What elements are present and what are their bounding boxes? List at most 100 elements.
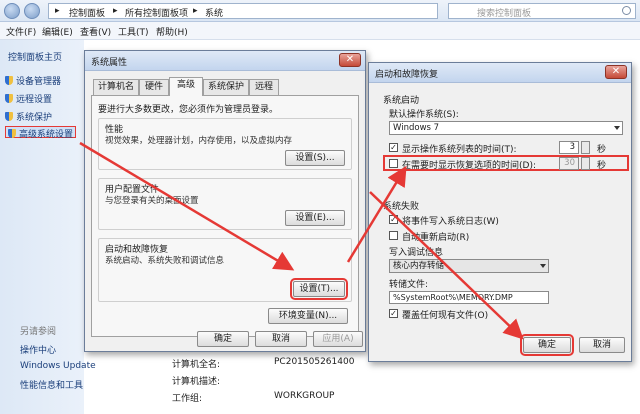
search-box[interactable]: 搜索控制面板 bbox=[448, 3, 636, 19]
system-failure-heading: 系统失败 bbox=[383, 202, 420, 212]
back-icon[interactable] bbox=[4, 3, 20, 19]
tab-computer-name[interactable]: 计算机名 bbox=[93, 79, 139, 95]
default-os-value: Windows 7 bbox=[393, 123, 440, 133]
action-center-link[interactable]: 操作中心 bbox=[20, 343, 56, 356]
apply-button[interactable]: 应用(A) bbox=[313, 331, 363, 347]
startup-title: 启动和故障恢复 bbox=[375, 70, 439, 80]
breadcrumb-sep-icon: ▸ bbox=[113, 6, 118, 16]
write-event-checkbox[interactable]: ✓ bbox=[389, 215, 398, 224]
tab-advanced[interactable]: 高级 bbox=[169, 77, 203, 96]
spinner-arrows-icon[interactable] bbox=[581, 141, 590, 154]
search-icon[interactable] bbox=[622, 6, 631, 15]
debug-info-value: 核心内存转储 bbox=[393, 261, 445, 271]
performance-group: 性能 视觉效果，处理器计划，内存使用，以及虚拟内存 设置(S)... bbox=[98, 118, 352, 170]
sidebar-item-label: 系统保护 bbox=[16, 113, 53, 123]
user-profiles-desc: 与您登录有关的桌面设置 bbox=[105, 196, 199, 206]
control-panel-home-link[interactable]: 控制面板主页 bbox=[8, 50, 62, 63]
auto-restart-label: 自动重新启动(R) bbox=[402, 233, 470, 243]
system-startup-heading: 系统启动 bbox=[383, 96, 420, 106]
shield-icon bbox=[5, 112, 13, 121]
write-event-label: 将事件写入系统日志(W) bbox=[402, 217, 499, 227]
workgroup-label: 工作组: bbox=[172, 394, 203, 404]
chevron-down-icon bbox=[614, 126, 620, 130]
shield-icon bbox=[5, 94, 13, 103]
breadcrumb-all-items[interactable]: 所有控制面板项 bbox=[125, 6, 188, 19]
menu-view[interactable]: 查看(V) bbox=[80, 25, 111, 38]
sidebar-item-protection[interactable]: 系统保护 bbox=[5, 110, 53, 123]
forward-icon[interactable] bbox=[24, 3, 40, 19]
system-properties-dialog: 系统属性 ✕ 计算机名 硬件 高级 系统保护 远程 要进行大多数更改，您必须作为… bbox=[84, 50, 366, 352]
full-name-value: PC201505261400 bbox=[274, 357, 355, 367]
sidebar-item-advanced[interactable]: 高级系统设置 bbox=[5, 126, 77, 140]
overwrite-label: 覆盖任何现有文件(O) bbox=[402, 311, 489, 321]
shield-icon bbox=[8, 129, 16, 138]
close-icon[interactable]: ✕ bbox=[605, 65, 627, 79]
user-profiles-settings-button[interactable]: 设置(E)... bbox=[285, 210, 345, 226]
startup-ok-button[interactable]: 确定 bbox=[520, 334, 574, 356]
show-list-spinner[interactable]: 3 bbox=[559, 141, 579, 154]
shield-icon bbox=[5, 76, 13, 85]
startup-recovery-group: 启动和故障恢复 系统启动、系统失败和调试信息 设置(T)... bbox=[98, 238, 352, 302]
default-os-select[interactable]: Windows 7 bbox=[389, 121, 623, 135]
menu-tools[interactable]: 工具(T) bbox=[118, 25, 149, 38]
startup-cancel-button[interactable]: 取消 bbox=[579, 337, 625, 353]
address-bar: ▸ 控制面板 ▸ 所有控制面板项 ▸ 系统 搜索控制面板 bbox=[0, 0, 640, 22]
show-recovery-label: 在需要时显示恢复选项的时间(D): bbox=[402, 161, 536, 171]
windows-update-link[interactable]: Windows Update bbox=[20, 361, 96, 371]
full-name-label: 计算机全名: bbox=[172, 360, 221, 370]
nav-buttons bbox=[4, 3, 44, 19]
see-also-heading: 另请参阅 bbox=[20, 327, 57, 337]
cancel-button[interactable]: 取消 bbox=[255, 331, 307, 347]
breadcrumb-sep-icon: ▸ bbox=[193, 6, 198, 16]
sidebar-item-label: 远程设置 bbox=[16, 95, 53, 105]
seconds-label: 秒 bbox=[597, 145, 607, 155]
menu-help[interactable]: 帮助(H) bbox=[156, 25, 188, 38]
workgroup-value: WORKGROUP bbox=[274, 391, 335, 401]
menu-file[interactable]: 文件(F) bbox=[6, 25, 36, 38]
breadcrumb-control-panel[interactable]: 控制面板 bbox=[69, 6, 105, 19]
sidebar-item-label: 设备管理器 bbox=[16, 77, 62, 87]
close-icon[interactable]: ✕ bbox=[339, 53, 361, 67]
address-field[interactable]: ▸ 控制面板 ▸ 所有控制面板项 ▸ 系统 bbox=[48, 3, 438, 19]
performance-desc: 视觉效果，处理器计划，内存使用，以及虚拟内存 bbox=[105, 136, 293, 146]
performance-settings-button[interactable]: 设置(S)... bbox=[285, 150, 345, 166]
show-recovery-spinner[interactable]: 30 bbox=[559, 157, 579, 170]
search-placeholder: 搜索控制面板 bbox=[477, 9, 532, 19]
startup-recovery-settings-button[interactable]: 设置(T)... bbox=[290, 278, 348, 300]
auto-restart-checkbox[interactable] bbox=[389, 231, 398, 240]
performance-tools-link[interactable]: 性能信息和工具 bbox=[20, 378, 83, 391]
menu-bar: 文件(F) 编辑(E) 查看(V) 工具(T) 帮助(H) bbox=[0, 22, 640, 40]
show-list-label: 显示操作系统列表的时间(T): bbox=[402, 145, 517, 155]
breadcrumb-system[interactable]: 系统 bbox=[205, 6, 223, 19]
admin-note: 要进行大多数更改，您必须作为管理员登录。 bbox=[98, 105, 279, 115]
environment-variables-button[interactable]: 环境变量(N)... bbox=[268, 308, 348, 324]
tab-system-protection[interactable]: 系统保护 bbox=[203, 79, 249, 95]
chevron-down-icon bbox=[540, 264, 546, 268]
user-profiles-group: 用户配置文件 与您登录有关的桌面设置 设置(E)... bbox=[98, 178, 352, 230]
sidebar-item-label: 高级系统设置 bbox=[19, 130, 74, 140]
show-list-checkbox[interactable]: ✓ bbox=[389, 143, 398, 152]
address-arrow-icon: ▸ bbox=[55, 6, 60, 16]
tab-hardware[interactable]: 硬件 bbox=[139, 79, 169, 95]
default-os-label: 默认操作系统(S): bbox=[389, 110, 459, 120]
sysprops-titlebar: 系统属性 ✕ bbox=[85, 51, 365, 71]
left-pane: 控制面板主页 设备管理器 远程设置 系统保护 高级系统设置 另请参阅 操作中心 … bbox=[0, 40, 96, 414]
menu-edit[interactable]: 编辑(E) bbox=[42, 25, 73, 38]
show-recovery-checkbox[interactable] bbox=[389, 159, 398, 168]
overwrite-checkbox[interactable]: ✓ bbox=[389, 309, 398, 318]
debug-info-heading: 写入调试信息 bbox=[389, 248, 444, 258]
dump-file-label: 转储文件: bbox=[389, 280, 429, 290]
sysprops-title: 系统属性 bbox=[91, 58, 128, 68]
startup-recovery-dialog: 启动和故障恢复 ✕ 系统启动 默认操作系统(S): Windows 7 ✓ 显示… bbox=[368, 62, 632, 362]
advanced-tab-panel: 要进行大多数更改，您必须作为管理员登录。 性能 视觉效果，处理器计划，内存使用，… bbox=[91, 95, 359, 337]
sidebar-item-device-manager[interactable]: 设备管理器 bbox=[5, 74, 62, 87]
ok-button[interactable]: 确定 bbox=[197, 331, 249, 347]
seconds-label: 秒 bbox=[597, 161, 607, 171]
startup-titlebar: 启动和故障恢复 ✕ bbox=[369, 63, 631, 83]
spinner-arrows-icon[interactable] bbox=[581, 157, 590, 170]
dump-file-input[interactable]: %SystemRoot%\MEMORY.DMP bbox=[389, 291, 549, 304]
sidebar-item-remote[interactable]: 远程设置 bbox=[5, 92, 53, 105]
description-label: 计算机描述: bbox=[172, 377, 221, 387]
tab-remote[interactable]: 远程 bbox=[249, 79, 279, 95]
debug-info-select[interactable]: 核心内存转储 bbox=[389, 259, 549, 273]
